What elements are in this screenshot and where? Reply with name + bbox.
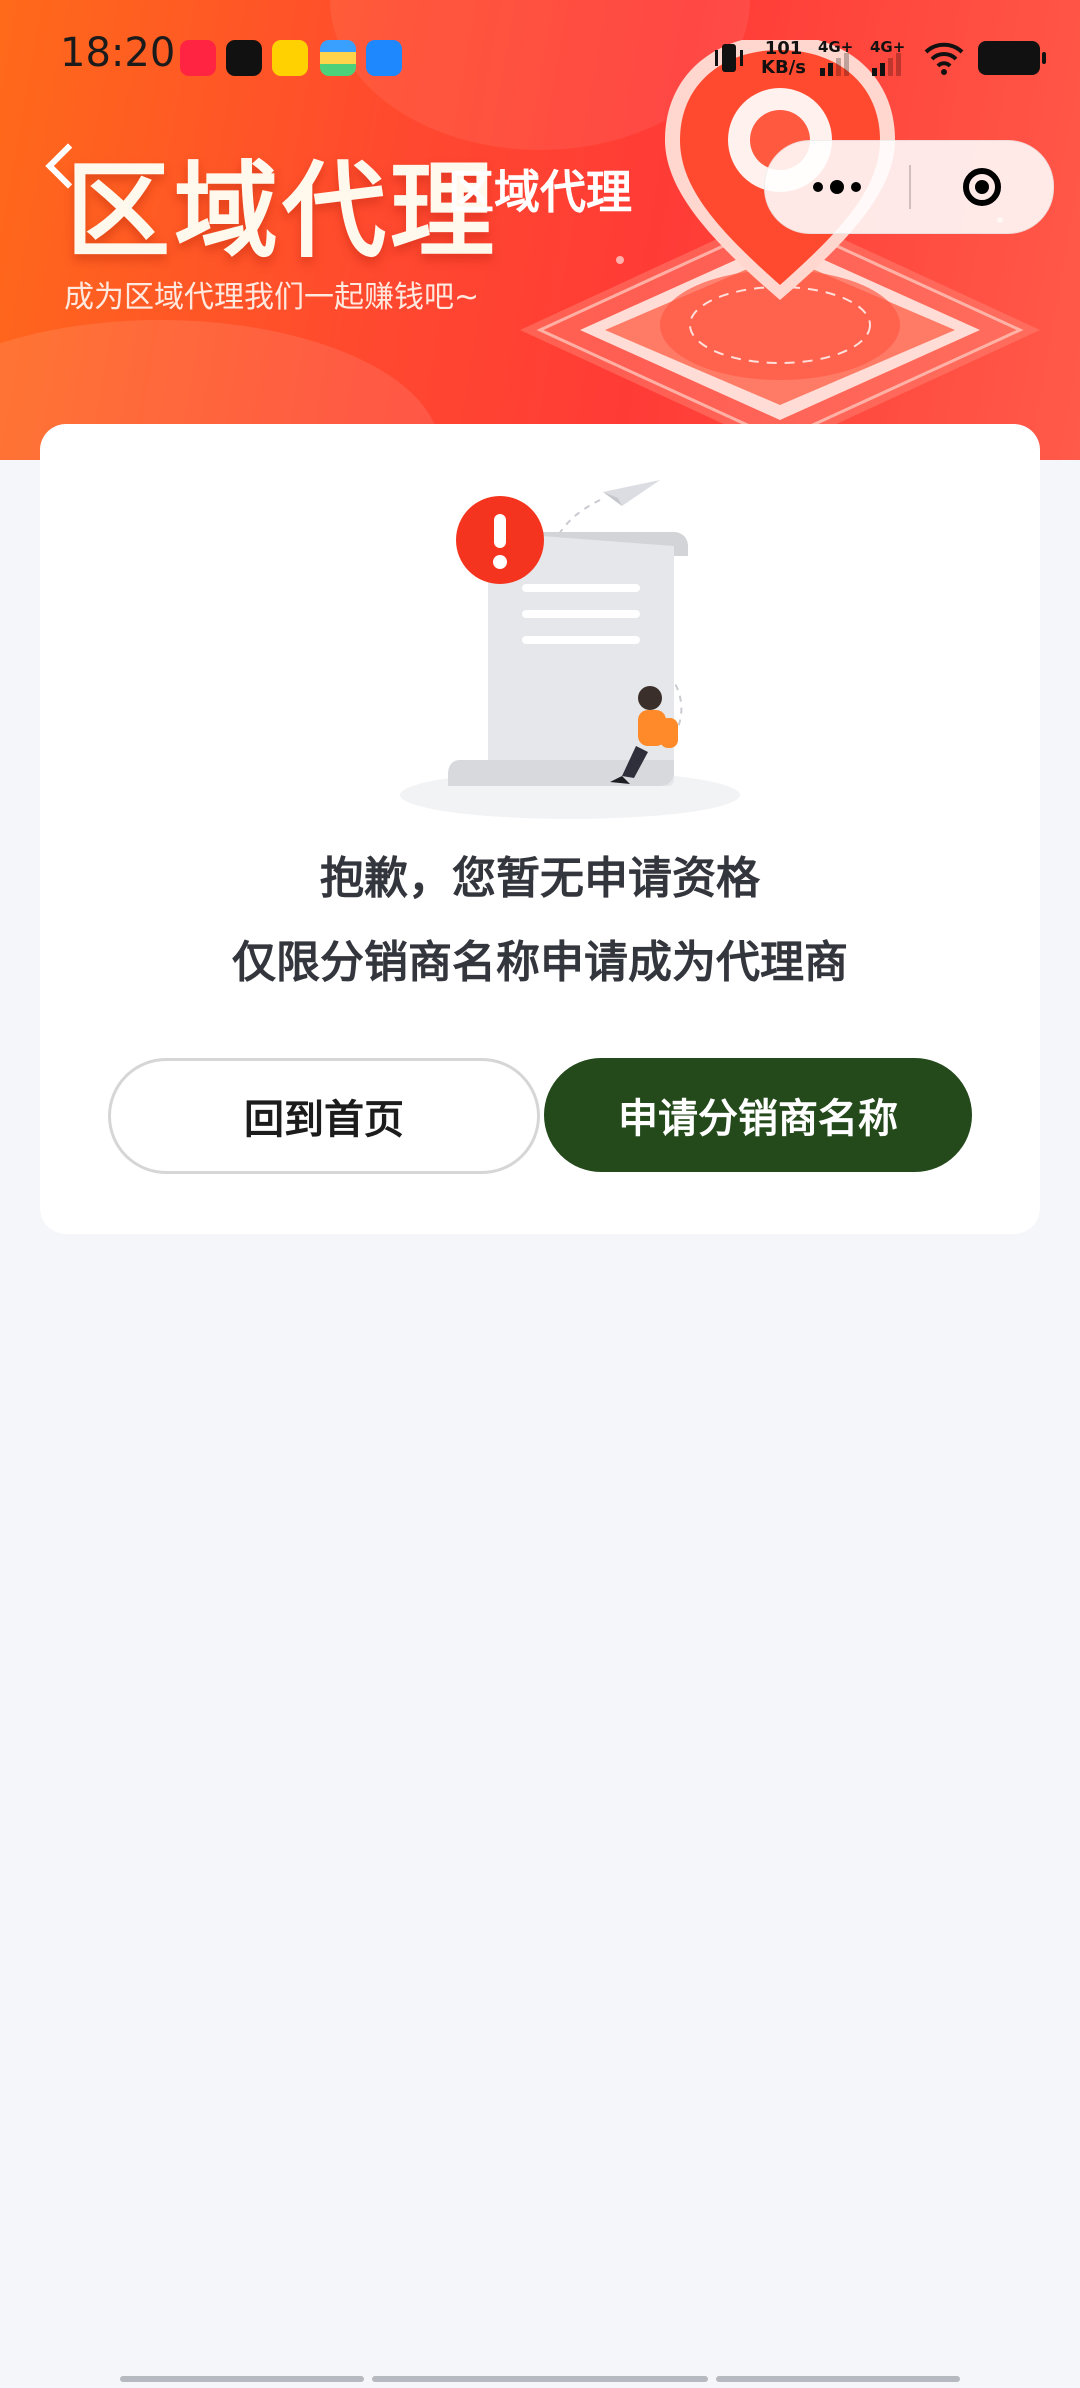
page-title: 区域代理 bbox=[448, 165, 632, 219]
signal-icon: 4G+ bbox=[870, 38, 910, 78]
wifi-icon bbox=[924, 42, 964, 75]
meituan-app-icon bbox=[272, 40, 308, 76]
douyin-app-icon bbox=[226, 40, 262, 76]
back-home-button[interactable]: 回到首页 bbox=[108, 1058, 540, 1174]
signal-icon: 4G+ bbox=[818, 38, 858, 78]
more-options-button[interactable] bbox=[765, 141, 909, 233]
status-time: 18:20 bbox=[60, 30, 176, 76]
network-speed: 101 KB/s bbox=[761, 38, 806, 78]
apply-distributor-button[interactable]: 申请分销商名称 bbox=[544, 1058, 972, 1172]
banner-title: 区域代理 bbox=[66, 150, 499, 272]
result-card: 抱歉，您暂无申请资格 仅限分销商名称申请成为代理商 回到首页 申请分销商名称 bbox=[40, 424, 1040, 1234]
gesture-bar bbox=[372, 2376, 708, 2382]
no-eligibility-message: 抱歉，您暂无申请资格 bbox=[320, 853, 760, 904]
dot-icon bbox=[851, 182, 861, 192]
status-indicators: 101 KB/s 4G+ 4G+ bbox=[709, 32, 1046, 84]
battery-icon bbox=[978, 41, 1046, 75]
miniprogram-capsule bbox=[764, 140, 1054, 234]
header-banner: 18:20 101 KB/s 4G+ 4G+ 区域代理 区域代理 成为区域代理我… bbox=[0, 0, 1080, 460]
status-bar: 18:20 101 KB/s 4G+ 4G+ bbox=[0, 0, 1080, 116]
wallet-app-icon bbox=[320, 40, 356, 76]
target-close-icon bbox=[963, 168, 1001, 206]
dot-icon bbox=[830, 180, 844, 194]
gesture-bar bbox=[716, 2376, 960, 2382]
banner-subtitle: 成为区域代理我们一起赚钱吧~ bbox=[64, 280, 480, 315]
message-app-icon bbox=[366, 40, 402, 76]
vibrate-icon bbox=[715, 44, 744, 72]
gesture-bar bbox=[120, 2376, 364, 2382]
eligibility-hint: 仅限分销商名称申请成为代理商 bbox=[232, 937, 848, 988]
close-miniprogram-button[interactable] bbox=[911, 141, 1053, 233]
no-permission-illustration bbox=[400, 480, 740, 819]
xiaohongshu-app-icon bbox=[180, 40, 216, 76]
dot-icon bbox=[813, 182, 823, 192]
